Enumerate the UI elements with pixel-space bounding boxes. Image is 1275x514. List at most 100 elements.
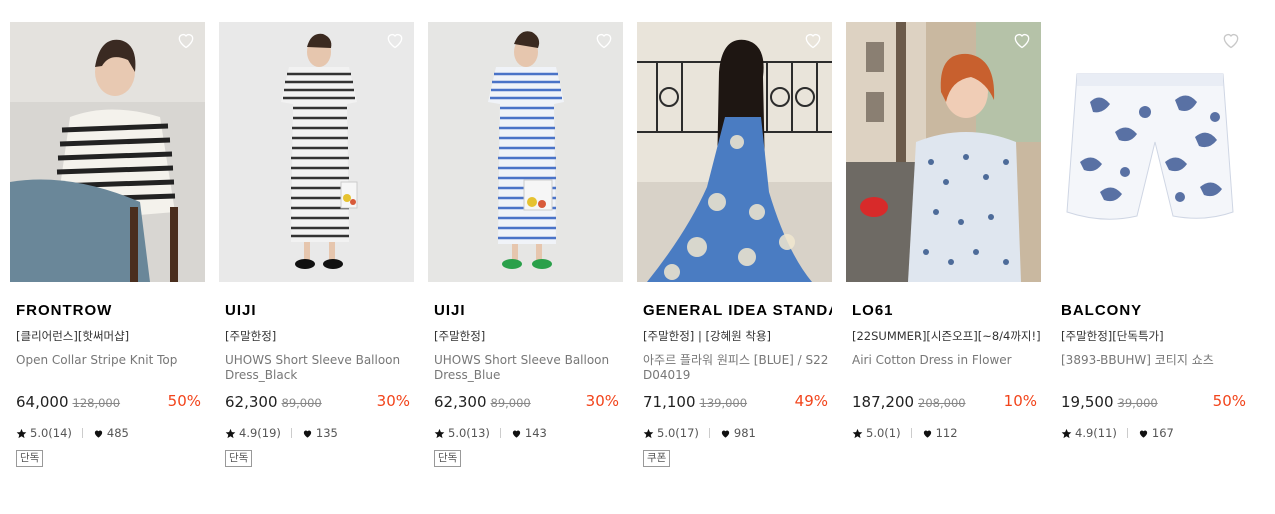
original-price: 89,000 <box>490 396 531 410</box>
brand-name[interactable]: UIJI <box>434 302 623 320</box>
rating: 5.0(1) <box>866 426 901 440</box>
brand-name[interactable]: LO61 <box>852 302 1041 320</box>
product-card[interactable]: UIJI [주말한정] UHOWS Short Sleeve Balloon D… <box>428 22 623 467</box>
heart-filled-icon <box>1139 430 1148 438</box>
wishlist-heart-icon[interactable] <box>1012 30 1032 50</box>
original-price: 128,000 <box>72 396 121 410</box>
product-name[interactable]: Airi Cotton Dress in Flower <box>852 353 1038 385</box>
price-row: 62,300 89,000 30% <box>225 392 414 412</box>
price-row: 71,100 139,000 49% <box>643 392 832 412</box>
heart-filled-icon <box>303 430 312 438</box>
sale-price: 64,000 <box>16 393 69 411</box>
product-image[interactable] <box>428 22 623 282</box>
product-name[interactable]: UHOWS Short Sleeve Balloon Dress_Black <box>225 353 411 385</box>
product-card[interactable]: UIJI [주말한정] UHOWS Short Sleeve Balloon D… <box>219 22 414 467</box>
like-count: 485 <box>106 426 129 440</box>
product-image[interactable] <box>10 22 205 282</box>
sale-price: 187,200 <box>852 393 915 411</box>
brand-name[interactable]: UIJI <box>225 302 414 320</box>
brand-name[interactable]: FRONTROW <box>16 302 205 320</box>
exclusive-badge: 단독 <box>16 450 44 467</box>
exclusive-badge: 단독 <box>434 450 462 467</box>
product-image[interactable] <box>846 22 1041 282</box>
rating: 4.9(11) <box>1075 426 1117 440</box>
sale-price: 71,100 <box>643 393 696 411</box>
price-row: 19,500 39,000 50% <box>1061 392 1250 412</box>
price-row: 187,200 208,000 10% <box>852 392 1041 412</box>
product-card[interactable]: LO61 [22SUMMER][시즌오프][~8/4까지!] Airi Cott… <box>846 22 1041 441</box>
star-icon <box>16 428 27 438</box>
sale-price: 19,500 <box>1061 393 1114 411</box>
like-count: 167 <box>1151 426 1174 440</box>
promo-tags: [주말한정][단독특가] <box>1061 329 1164 343</box>
heart-filled-icon <box>512 430 521 438</box>
wishlist-heart-icon[interactable] <box>803 30 823 50</box>
like-count: 112 <box>935 426 958 440</box>
product-image[interactable] <box>637 22 832 282</box>
exclusive-badge: 단독 <box>225 450 253 467</box>
promo-tags: [주말한정] <box>434 329 486 343</box>
original-price: 89,000 <box>281 396 322 410</box>
star-icon <box>225 428 236 438</box>
product-meta: 4.9(19) 135 <box>225 425 414 441</box>
discount-rate: 30% <box>376 392 410 410</box>
discount-rate: 50% <box>1212 392 1246 410</box>
like-count: 143 <box>524 426 547 440</box>
product-meta: 5.0(14) 485 <box>16 425 205 441</box>
heart-filled-icon <box>721 430 730 438</box>
product-name[interactable]: Open Collar Stripe Knit Top <box>16 353 202 385</box>
divider <box>499 428 501 438</box>
rating: 5.0(17) <box>657 426 699 440</box>
original-price: 208,000 <box>918 396 966 410</box>
price-row: 62,300 89,000 30% <box>434 392 623 412</box>
sale-price: 62,300 <box>434 393 487 411</box>
original-price: 39,000 <box>1117 396 1158 410</box>
product-meta: 5.0(17) 981 <box>643 425 832 441</box>
product-card[interactable]: GENERAL IDEA STANDARD [주말한정] | [강혜원 착용] … <box>637 22 832 467</box>
promo-tags: [클리어런스][핫써머샵] <box>16 329 130 343</box>
divider <box>708 428 710 438</box>
product-meta: 5.0(1) 112 <box>852 425 1041 441</box>
star-icon <box>852 428 863 438</box>
discount-rate: 49% <box>794 392 828 410</box>
heart-filled-icon <box>94 430 103 438</box>
discount-rate: 30% <box>585 392 619 410</box>
wishlist-heart-icon[interactable] <box>1221 30 1241 50</box>
product-name[interactable]: [3893-BBUHW] 코티지 쇼츠 <box>1061 353 1247 385</box>
wishlist-heart-icon[interactable] <box>594 30 614 50</box>
coupon-badge: 쿠폰 <box>643 450 671 467</box>
like-count: 981 <box>733 426 756 440</box>
sale-price: 62,300 <box>225 393 278 411</box>
divider <box>81 428 83 438</box>
discount-rate: 10% <box>1003 392 1037 410</box>
product-name[interactable]: UHOWS Short Sleeve Balloon Dress_Blue <box>434 353 620 385</box>
price-row: 64,000 128,000 50% <box>16 392 205 412</box>
rating: 4.9(19) <box>239 426 281 440</box>
product-image[interactable] <box>219 22 414 282</box>
product-image[interactable] <box>1055 22 1250 282</box>
divider <box>1126 428 1128 438</box>
product-meta: 5.0(13) 143 <box>434 425 623 441</box>
product-card[interactable]: FRONTROW [클리어런스][핫써머샵] Open Collar Strip… <box>10 22 205 467</box>
divider <box>290 428 292 438</box>
brand-name[interactable]: GENERAL IDEA STANDARD <box>643 302 832 320</box>
brand-name[interactable]: BALCONY <box>1061 302 1250 320</box>
rating: 5.0(14) <box>30 426 72 440</box>
promo-tags: [주말한정] | [강혜원 착용] <box>643 329 772 343</box>
divider <box>910 428 912 438</box>
promo-tags: [22SUMMER][시즌오프][~8/4까지!] <box>852 329 1041 343</box>
wishlist-heart-icon[interactable] <box>385 30 405 50</box>
product-name[interactable]: 아주르 플라워 원피스 [BLUE] / S22D04019 <box>643 353 829 385</box>
star-icon <box>434 428 445 438</box>
star-icon <box>643 428 654 438</box>
product-card[interactable]: BALCONY [주말한정][단독특가] [3893-BBUHW] 코티지 쇼츠… <box>1055 22 1250 441</box>
product-meta: 4.9(11) 167 <box>1061 425 1250 441</box>
heart-filled-icon <box>923 430 931 438</box>
wishlist-heart-icon[interactable] <box>176 30 196 50</box>
like-count: 135 <box>315 426 338 440</box>
discount-rate: 50% <box>167 392 201 410</box>
rating: 5.0(13) <box>448 426 490 440</box>
original-price: 139,000 <box>699 396 748 410</box>
promo-tags: [주말한정] <box>225 329 277 343</box>
star-icon <box>1061 428 1072 438</box>
